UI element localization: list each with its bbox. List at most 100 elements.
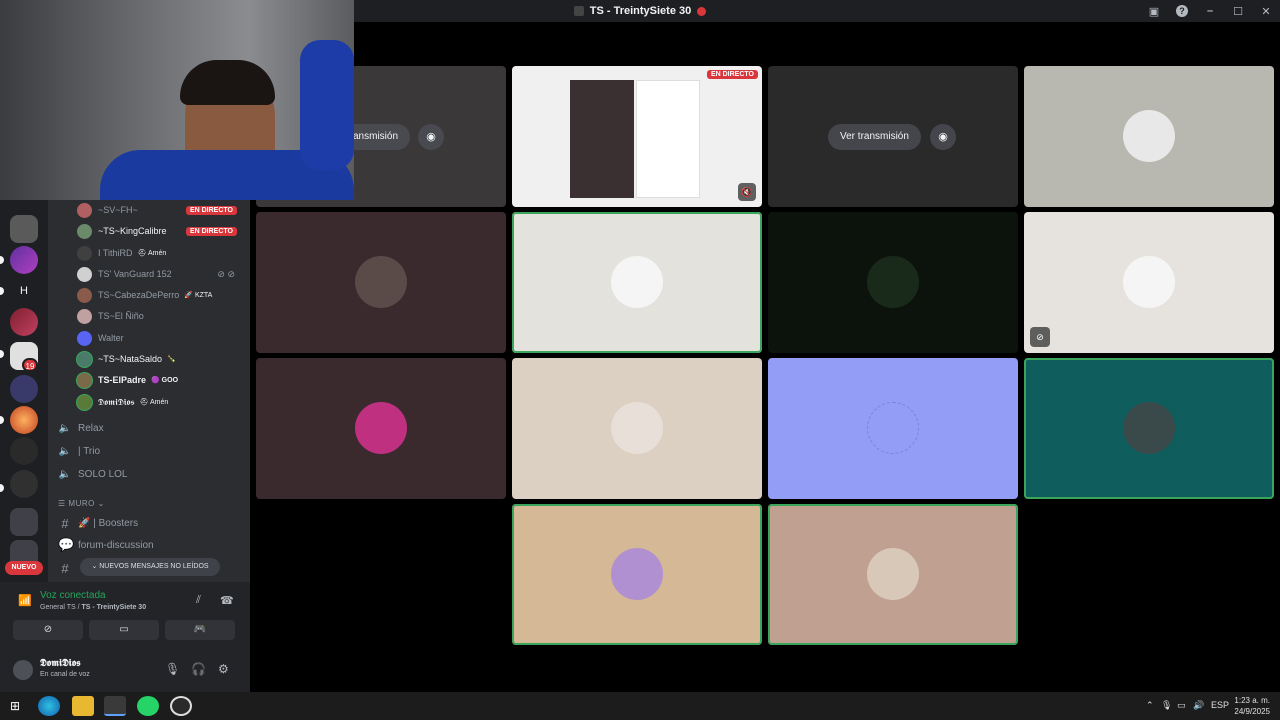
participant-tile[interactable] [256,212,506,353]
voice-member[interactable]: ~TS~NataSaldo 🍾 [77,349,247,369]
participant-tile[interactable] [768,358,1018,499]
voice-member[interactable]: TS' VanGuard 152 ⊘ ⊘ [77,264,247,284]
maximize-button[interactable]: ☐ [1224,5,1252,18]
participant-avatar [611,256,663,308]
participant-tile-speaking[interactable] [512,212,762,353]
minimize-button[interactable]: – [1196,5,1224,17]
voice-channel-trio[interactable]: 🔈 | Trio [58,441,248,461]
forum-channel-discussion[interactable]: 💬 forum-discussion [58,535,248,555]
voice-member[interactable]: ~TS~KingCalibre EN DIRECTO [77,221,247,241]
camera-off-button[interactable]: ⊘ [13,620,83,640]
server-icon-8[interactable] [10,470,38,498]
participant-tile[interactable] [1024,66,1274,207]
server-icon [573,6,584,16]
participant-tile[interactable] [256,358,506,499]
member-name: TS~El Ñiño [98,311,144,321]
inbox-icon[interactable]: ▣ [1140,5,1168,18]
text-channel-boosters[interactable]: # 🚀 | Boosters [58,513,248,533]
user-avatar[interactable] [13,660,33,680]
network-icon[interactable]: ▭ [1177,700,1186,711]
channel-name: forum-discussion [78,539,154,551]
window-controls: ▣ ? – ☐ ✕ [1140,0,1280,22]
participant-tile[interactable] [768,212,1018,353]
server-folder-icon[interactable] [10,508,38,536]
activity-button[interactable]: 🎮 [165,620,235,640]
participant-avatar [867,548,919,600]
stream-preview-image [570,80,634,198]
new-badge[interactable]: NUEVO [5,561,43,575]
participant-tile[interactable]: ⊘ [1024,212,1274,353]
category-muro[interactable]: ☰ MURO ⌄ [58,499,105,508]
voice-channel-solo-lol[interactable]: 🔈 SOLO LOL [58,464,248,484]
member-name: Walter [98,333,124,343]
voice-path-prefix: General TS / [40,604,82,611]
new-messages-pill[interactable]: ⌄ NUEVOS MENSAJES NO LEÍDOS [80,558,220,576]
disconnect-icon[interactable]: ☎ [220,594,234,607]
participant-avatar [611,402,663,454]
live-badge: EN DIRECTO [706,70,758,79]
edge-browser-icon[interactable] [38,696,60,716]
voice-status[interactable]: Voz conectada [40,590,106,601]
chevron-up-icon[interactable]: ⌃ [1146,700,1154,711]
discord-app-icon[interactable] [104,696,126,716]
watch-stream-button[interactable]: Ver transmisión [828,124,921,150]
participant-tile-speaking[interactable] [1024,358,1274,499]
voice-member[interactable]: Walter [77,328,247,348]
person-arm [300,40,354,170]
avatar [77,308,92,324]
whatsapp-icon[interactable] [137,696,159,716]
voice-member[interactable]: I TithiRD ⛑ Amén [77,243,247,263]
avatar [77,202,92,218]
voice-member[interactable]: TS-ElPadre 🟣 GOO [77,370,247,390]
help-icon[interactable]: ? [1168,5,1196,17]
volume-icon[interactable]: 🔊 [1193,700,1204,711]
participant-tile[interactable] [512,358,762,499]
voice-member[interactable]: 𝕯𝖔𝖒𝖎𝕯𝖎𝖔𝖘 ⛑ Amén [77,392,247,412]
voice-member[interactable]: ~SV~FH~ EN DIRECTO [77,200,247,220]
close-button[interactable]: ✕ [1252,5,1280,18]
speaker-icon: 🔈 [58,422,72,434]
participant-tile-speaking[interactable] [512,504,762,645]
server-icon-1[interactable] [10,215,38,243]
speaker-icon: 🔈 [58,468,72,480]
voice-member[interactable]: TS~El Ñiño [77,306,247,326]
stream-tile-live[interactable]: EN DIRECTO 🔇 [512,66,762,207]
eye-plus-icon[interactable]: ◉ [930,124,956,150]
server-icon-6[interactable] [10,406,38,434]
participant-tile-speaking[interactable] [768,504,1018,645]
clock[interactable]: 1:23 a. m. 24/9/2025 [1234,695,1270,717]
language-indicator[interactable]: ESP [1211,700,1229,710]
server-icon-7[interactable] [10,437,38,465]
headphones-icon[interactable]: 🎧 [191,662,206,676]
participant-avatar [1123,402,1175,454]
settings-icon[interactable]: ⚙ [218,662,229,676]
screen-share-button[interactable]: ▭ [89,620,159,640]
file-explorer-icon[interactable] [72,696,94,716]
noise-suppression-icon[interactable]: ⫽ [196,594,201,607]
avatar [77,351,92,367]
server-icon-2[interactable] [10,246,38,274]
voice-channel-relax[interactable]: 🔈 Relax [58,418,248,438]
eye-plus-icon[interactable]: ◉ [418,124,444,150]
member-tag: 🟣 GOO [151,377,179,384]
windows-start-icon[interactable]: ⊞ [10,699,20,713]
user-name[interactable]: 𝕯𝖔𝖒𝖎𝕯𝖎𝖔𝖘 [40,658,81,669]
server-icon-3[interactable] [10,308,38,336]
participant-avatar [867,256,919,308]
participant-avatar [867,402,919,454]
channel-list: ~SV~FH~ EN DIRECTO ~TS~KingCalibre EN DI… [48,200,250,582]
obs-icon[interactable] [170,696,192,716]
speaker-muted-icon[interactable]: 🔇 [738,183,756,201]
member-name: TS' VanGuard 152 [98,269,172,279]
voice-member[interactable]: TS~CabezaDePerro 🚀 KZTA [77,285,247,305]
server-icon-h[interactable]: H [10,277,38,305]
stream-tile[interactable]: Ver transmisión ◉ [768,66,1018,207]
taskbar: ⊞ ⌃ 🎙 ▭ 🔊 ESP 1:23 a. m. 24/9/2025 [0,692,1280,720]
microphone-tray-icon[interactable]: 🎙 [1161,700,1172,711]
voice-channel-path[interactable]: General TS / TS - TreintySiete 30 [40,604,146,611]
server-icon-5[interactable] [10,375,38,403]
member-name: TS~CabezaDePerro [98,290,180,300]
unread-pill [0,416,4,424]
microphone-icon[interactable]: 🎙 [165,662,180,676]
screen-share-icon: ▭ [119,624,129,635]
